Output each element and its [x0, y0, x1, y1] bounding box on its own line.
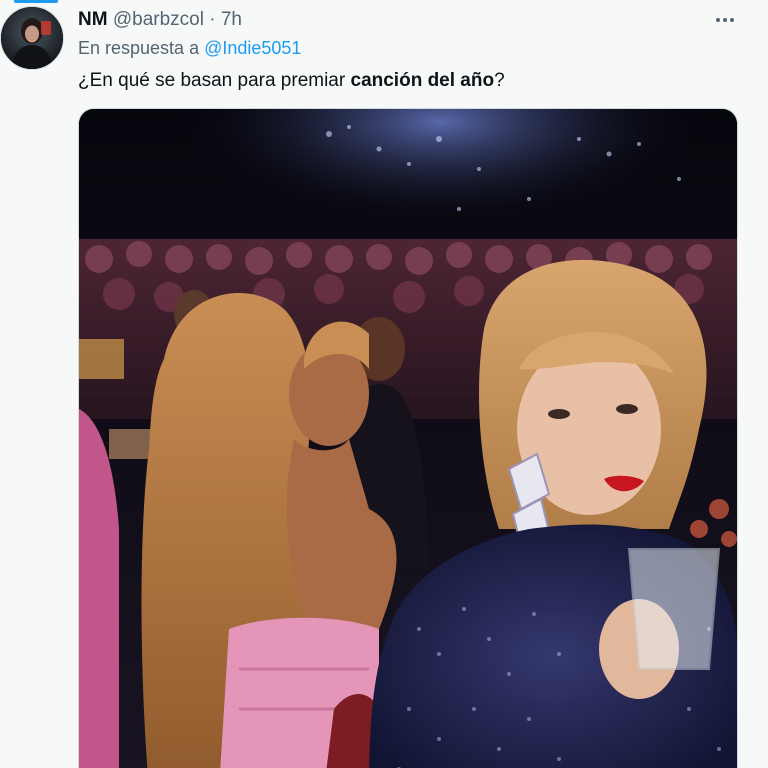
more-horizontal-icon-dot [730, 18, 734, 22]
reply-context: En respuesta a @Indie5051 [78, 38, 301, 59]
tweet-text-end: ? [494, 70, 505, 91]
more-horizontal-icon [716, 18, 720, 22]
timestamp[interactable]: 7h [221, 9, 242, 30]
avatar[interactable] [0, 6, 64, 70]
display-name[interactable]: NM [78, 9, 108, 30]
tweet-text-start: ¿En qué se basan para premiar [78, 70, 351, 91]
user-handle[interactable]: @barbzcol [113, 9, 204, 30]
tweet-text-bold: canción del año [350, 70, 495, 91]
tweet-text: ¿En qué se basan para premiar canción de… [78, 70, 505, 92]
more-options-button[interactable] [712, 10, 738, 30]
active-tab-indicator [14, 0, 58, 3]
tweet-header: NM @barbzcol · 7h [78, 9, 242, 31]
reply-prefix: En respuesta a [78, 38, 200, 58]
tweet-card[interactable]: NM @barbzcol · 7h En respuesta a @Indie5… [0, 0, 768, 768]
more-horizontal-icon-dot [723, 18, 727, 22]
reply-mention-link[interactable]: @Indie5051 [204, 38, 301, 58]
avatar-photo [1, 7, 63, 69]
separator-dot: · [209, 9, 216, 30]
tweet-media-photo[interactable] [78, 108, 738, 768]
award-show-photo [79, 109, 737, 768]
